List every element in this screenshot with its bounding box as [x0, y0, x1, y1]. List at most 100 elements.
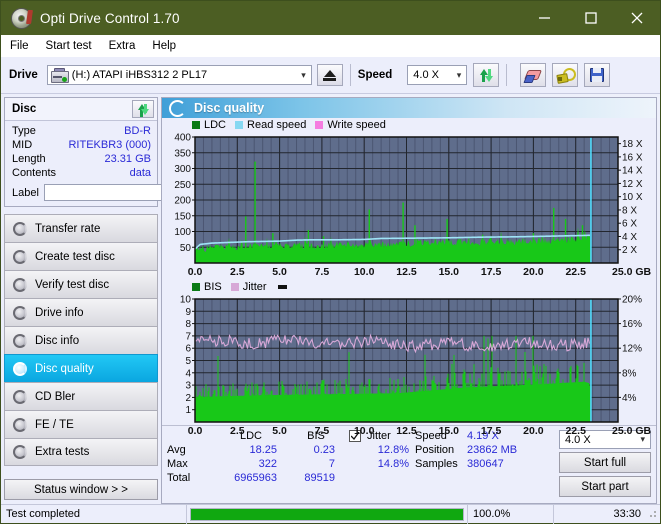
- disc-quality-header: Disc quality: [162, 98, 656, 118]
- resize-grip[interactable]: [646, 509, 660, 519]
- svg-text:4 X: 4 X: [622, 232, 637, 243]
- position-stat-value: 23862 MB: [467, 444, 559, 456]
- disc-test-icon: [13, 250, 27, 264]
- svg-text:10 X: 10 X: [622, 192, 643, 203]
- disc-contents-value: data: [130, 167, 151, 179]
- disc-type-label: Type: [12, 125, 36, 137]
- maximize-icon[interactable]: [568, 1, 614, 35]
- menu-extra[interactable]: Extra: [109, 40, 136, 52]
- svg-text:3: 3: [185, 381, 191, 392]
- drive-label: Drive: [9, 69, 38, 81]
- stats-row-max-label: Max: [167, 458, 215, 470]
- sidebar-item-label: Extra tests: [35, 446, 89, 458]
- sidebar-item-disc-quality[interactable]: Disc quality: [4, 354, 158, 382]
- disc-label-label: Label: [12, 187, 39, 199]
- legend-label-jitter: Jitter: [243, 281, 267, 293]
- save-icon: [590, 68, 604, 82]
- sidebar-item-create-test-disc[interactable]: Create test disc: [4, 242, 158, 270]
- sidebar-item-transfer-rate[interactable]: Transfer rate: [4, 214, 158, 242]
- svg-text:10: 10: [180, 295, 192, 306]
- sidebar: Disc Type BD-R MID RITEKBR3 (000): [1, 94, 161, 504]
- drive-select[interactable]: (H:) ATAPI iHBS312 2 PL17 ▾: [47, 65, 312, 85]
- sidebar-item-label: Transfer rate: [35, 223, 100, 235]
- sidebar-item-fe-te[interactable]: FE / TE: [4, 410, 158, 438]
- speed-select[interactable]: 4.0 X ▾: [407, 65, 467, 85]
- refresh-icon: [137, 103, 150, 116]
- close-icon[interactable]: [614, 1, 660, 35]
- status-message: Test completed: [1, 505, 187, 524]
- svg-text:12.5: 12.5: [396, 266, 417, 278]
- menu-help[interactable]: Help: [152, 40, 176, 52]
- position-stat-label: Position: [415, 444, 467, 456]
- sidebar-item-disc-info[interactable]: Disc info: [4, 326, 158, 354]
- eraser-icon: [525, 69, 541, 82]
- chart-ldc-plot: 501001502002503003504002 X4 X6 X8 X10 X1…: [162, 132, 655, 280]
- svg-text:7: 7: [185, 331, 191, 342]
- chart-bis-jitter: BIS Jitter 123456789104%8%12%16%20%0.02.…: [162, 280, 656, 439]
- sidebar-item-drive-info[interactable]: Drive info: [4, 298, 158, 326]
- svg-text:2.5: 2.5: [230, 266, 245, 278]
- content-area: Disc quality LDC Read speed: [161, 94, 660, 504]
- status-window-button[interactable]: Status window > >: [4, 479, 158, 500]
- disc-refresh-button[interactable]: [132, 100, 154, 118]
- svg-text:25.0 GB: 25.0 GB: [612, 425, 652, 437]
- legend-swatch-jitter: [231, 283, 239, 291]
- disc-panel-header: Disc: [5, 98, 157, 121]
- save-button[interactable]: [584, 63, 610, 87]
- chevron-down-icon: ▾: [457, 70, 462, 81]
- svg-text:6: 6: [185, 344, 191, 355]
- disc-test-icon: [13, 334, 27, 348]
- samples-stat-label: Samples: [415, 458, 467, 470]
- sidebar-item-label: Verify test disc: [35, 279, 109, 291]
- sidebar-item-label: Create test disc: [35, 251, 115, 263]
- disc-test-icon: [13, 222, 27, 236]
- disc-test-icon: [13, 306, 27, 320]
- disc-panel-body: Type BD-R MID RITEKBR3 (000) Length 23.3…: [5, 121, 157, 206]
- svg-text:25.0 GB: 25.0 GB: [612, 266, 652, 278]
- svg-text:10.0: 10.0: [354, 266, 375, 278]
- svg-text:4%: 4%: [622, 393, 637, 404]
- actions-column: 4.0 X ▾ Start full Start part: [559, 430, 651, 497]
- svg-text:7.5: 7.5: [315, 425, 330, 437]
- drive-select-value: (H:) ATAPI iHBS312 2 PL17: [72, 69, 207, 81]
- chart-ldc-speed: LDC Read speed Write speed 5010015: [162, 118, 656, 280]
- svg-text:17.5: 17.5: [481, 425, 502, 437]
- sidebar-item-extra-tests[interactable]: Extra tests: [4, 438, 158, 466]
- svg-text:9: 9: [185, 307, 191, 318]
- disc-type-value: BD-R: [124, 125, 151, 137]
- legend-label-read-speed: Read speed: [247, 119, 306, 131]
- svg-text:1: 1: [185, 405, 191, 416]
- progress-percent: 100.0%: [468, 505, 554, 524]
- charts-container: LDC Read speed Write speed 5010015: [162, 118, 656, 425]
- svg-text:15.0: 15.0: [439, 425, 460, 437]
- svg-text:15.0: 15.0: [439, 266, 460, 278]
- start-part-button[interactable]: Start part: [559, 476, 651, 497]
- erase-button[interactable]: [520, 63, 546, 87]
- svg-text:20.0: 20.0: [523, 266, 544, 278]
- svg-text:2: 2: [185, 393, 191, 404]
- svg-text:300: 300: [174, 164, 191, 175]
- svg-text:22.5: 22.5: [565, 266, 586, 278]
- minimize-icon[interactable]: [522, 1, 568, 35]
- legend-marker-icon: [278, 285, 287, 289]
- chart-ldc-legend: LDC Read speed Write speed: [162, 118, 656, 132]
- stats-max-ldc: 322: [215, 458, 287, 470]
- legend-item-jitter: Jitter: [231, 281, 267, 293]
- toolbar: Drive (H:) ATAPI iHBS312 2 PL17 ▾ Speed …: [1, 57, 660, 94]
- svg-text:20%: 20%: [622, 295, 642, 306]
- disc-quality-icon: [169, 100, 186, 117]
- legend-item-read-speed: Read speed: [235, 119, 306, 131]
- menu-start-test[interactable]: Start test: [46, 40, 92, 52]
- disc-mid-value: RITEKBR3 (000): [68, 139, 151, 151]
- start-full-button[interactable]: Start full: [559, 452, 651, 473]
- svg-text:22.5: 22.5: [565, 425, 586, 437]
- refresh-button[interactable]: [473, 63, 499, 87]
- sidebar-item-verify-test-disc[interactable]: Verify test disc: [4, 270, 158, 298]
- disc-test-icon: [13, 390, 27, 404]
- toolbar-divider-2: [506, 64, 507, 86]
- key-button[interactable]: [552, 63, 578, 87]
- menu-file[interactable]: File: [10, 40, 29, 52]
- svg-text:350: 350: [174, 148, 191, 159]
- sidebar-item-cd-bler[interactable]: CD Bler: [4, 382, 158, 410]
- eject-button[interactable]: [317, 64, 343, 86]
